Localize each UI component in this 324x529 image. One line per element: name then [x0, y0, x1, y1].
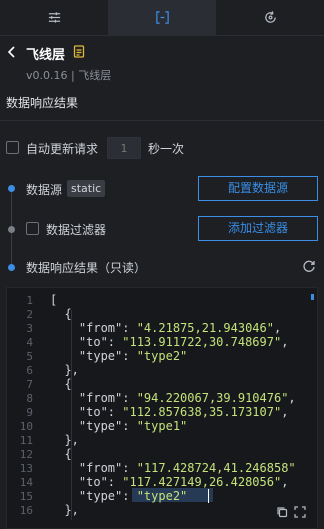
code-text: },: [50, 433, 79, 447]
code-text: },: [50, 503, 79, 517]
line-number: 3: [26, 322, 33, 335]
code-text: "from": "117.428724,41.246858": [50, 461, 296, 475]
line-number: 8: [26, 392, 33, 405]
code-text: "type": "type2": [50, 349, 188, 363]
code-text: "type": "type1": [50, 419, 188, 433]
code-line: 1[: [7, 293, 317, 308]
top-tab-bar: [0, 0, 324, 36]
code-text: "to": "117.427149,26.428056",: [50, 475, 289, 489]
line-number: 2: [26, 308, 33, 321]
refresh-icon[interactable]: [302, 259, 316, 273]
code-text: [: [50, 293, 58, 307]
auto-update-checkbox[interactable]: [6, 141, 19, 154]
code-text: "type": "type2": [50, 489, 188, 503]
code-line: 14 "to": "117.427149,26.428056",: [7, 475, 317, 490]
filter-label: 数据过滤器: [46, 223, 107, 237]
source-type-badge: static: [67, 180, 106, 197]
line-number: 15: [19, 490, 33, 503]
component-header: 飞线层 v0.0.16 | 飞线层: [0, 42, 324, 86]
auto-update-row: 自动更新请求 秒一次: [6, 137, 318, 159]
code-line: 2 {: [7, 307, 317, 322]
refresh-cube-icon: [264, 11, 276, 23]
code-text: {: [50, 307, 72, 321]
code-text: "to": "112.857638,35.173107",: [50, 405, 289, 419]
line-number: 5: [26, 350, 33, 363]
scrollbar-marker[interactable]: [311, 294, 314, 300]
tab-interaction[interactable]: [216, 0, 324, 35]
code-line: 7 {: [7, 377, 317, 392]
version-text: v0.0.16 | 飞线层: [26, 69, 112, 82]
line-number: 16: [19, 504, 33, 517]
code-line: 12 {: [7, 447, 317, 462]
section-title: 数据响应结果: [6, 96, 79, 110]
code-line: 8 "from": "94.220067,39.910476",: [7, 391, 317, 406]
code-line: 11 },: [7, 433, 317, 448]
line-number: 11: [19, 434, 33, 447]
fullscreen-icon[interactable]: [294, 506, 306, 518]
code-line: 5 "type": "type2": [7, 349, 317, 364]
code-line: 10 "type": "type1": [7, 419, 317, 434]
auto-update-label: 自动更新请求: [26, 142, 99, 156]
interval-input[interactable]: [107, 137, 141, 159]
configure-source-button[interactable]: 配置数据源: [198, 176, 318, 201]
code-text: "from": "4.21875,21.943046",: [50, 321, 282, 335]
add-filter-button[interactable]: 添加过滤器: [198, 216, 318, 241]
result-label: 数据响应结果（只读）: [26, 261, 147, 275]
line-number: 9: [26, 406, 33, 419]
line-number: 7: [26, 378, 33, 391]
line-number: 12: [19, 448, 33, 461]
filter-checkbox[interactable]: [26, 222, 39, 235]
document-icon[interactable]: [73, 45, 85, 58]
tab-settings[interactable]: [0, 0, 108, 35]
result-step-dot: [8, 264, 15, 271]
code-line: 3 "from": "4.21875,21.943046",: [7, 321, 317, 336]
divider: [0, 120, 324, 121]
line-number: 4: [26, 336, 33, 349]
code-text: {: [50, 377, 72, 391]
line-number: 13: [19, 462, 33, 475]
line-number: 14: [19, 476, 33, 489]
page-title: 飞线层: [26, 48, 66, 63]
tab-data[interactable]: [108, 0, 216, 35]
code-text: },: [50, 363, 79, 377]
interval-unit: 秒一次: [148, 142, 185, 156]
source-step-dot: [8, 185, 15, 192]
back-arrow-icon[interactable]: [5, 45, 19, 59]
code-line: 13 "from": "117.428724,41.246858": [7, 461, 317, 476]
code-text: "from": "94.220067,39.910476",: [50, 391, 296, 405]
code-line: 15 "type": "type2": [7, 489, 317, 504]
brackets-icon: [155, 11, 169, 24]
filter-step-dot: [8, 226, 15, 233]
code-text: {: [50, 447, 72, 461]
copy-icon[interactable]: [276, 506, 288, 518]
source-label: 数据源: [26, 183, 63, 197]
code-line: 4 "to": "113.911722,30.748697",: [7, 335, 317, 350]
code-line: 16 },: [7, 503, 317, 518]
line-number: 10: [19, 420, 33, 433]
code-line: 9 "to": "112.857638,35.173107",: [7, 405, 317, 420]
json-code-viewer[interactable]: 1[2 {3 "from": "4.21875,21.943046", 4 "to…: [6, 287, 318, 529]
sliders-icon: [48, 12, 60, 23]
line-number: 1: [26, 294, 33, 307]
code-line: 6 },: [7, 363, 317, 378]
text-cursor: [208, 489, 209, 503]
code-text: "to": "113.911722,30.748697",: [50, 335, 289, 349]
line-number: 6: [26, 364, 33, 377]
